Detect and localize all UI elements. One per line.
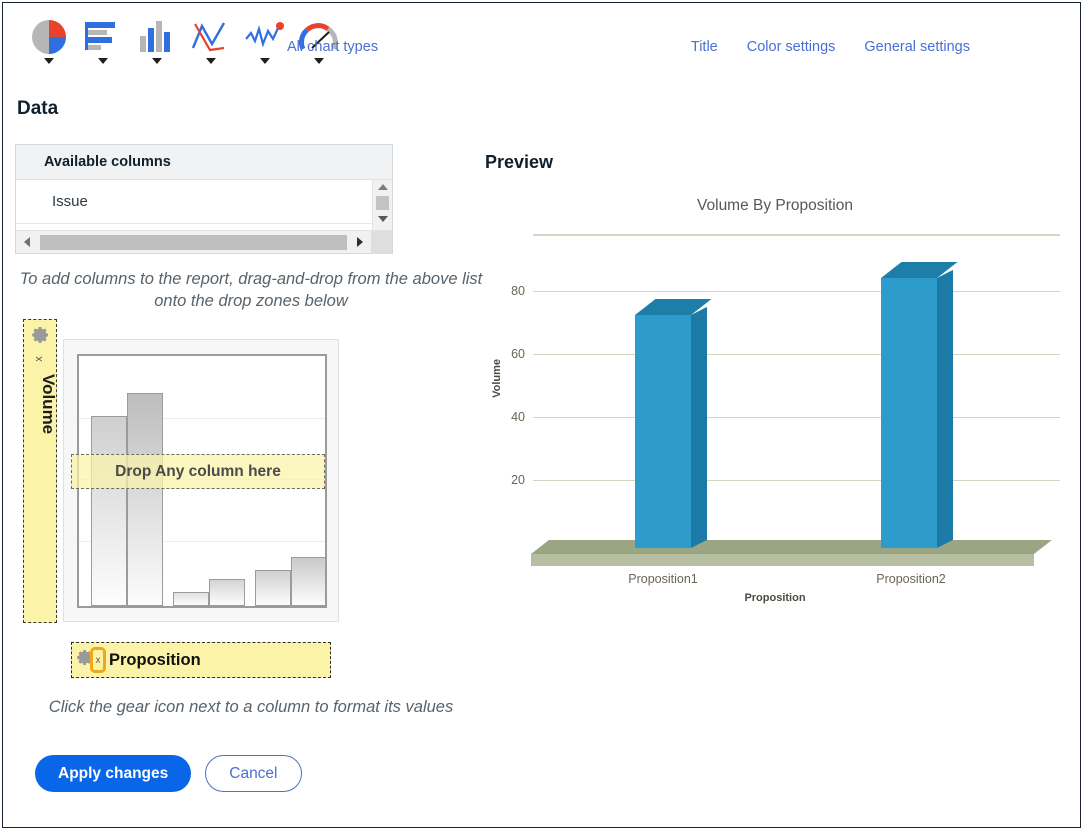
gear-icon[interactable] — [32, 326, 50, 349]
drop-zone-volume-label: Volume — [39, 374, 58, 435]
line-chart-icon[interactable] — [187, 17, 235, 64]
chevron-down-icon[interactable] — [152, 58, 162, 64]
scroll-up-arrow-icon[interactable] — [373, 180, 392, 194]
scrollbar-corner — [371, 230, 392, 254]
scroll-right-arrow-icon[interactable] — [349, 237, 371, 247]
available-columns-panel: Available columns Issue — [15, 144, 393, 254]
drop-zone-volume[interactable]: x Volume — [23, 319, 58, 623]
pie-chart-glyph — [30, 17, 68, 57]
drag-drop-hint-text: To add columns to the report, drag-and-d… — [19, 270, 483, 311]
bar-proposition2[interactable] — [881, 262, 958, 548]
bar-chart-horizontal-icon[interactable] — [79, 17, 127, 64]
y-axis-label: Volume — [491, 359, 503, 398]
drop-zone-proposition-label: Proposition — [109, 650, 201, 669]
chart-title: Volume By Proposition — [697, 197, 853, 214]
y-axis-tick: 80 — [511, 284, 525, 298]
chevron-down-icon[interactable] — [98, 58, 108, 64]
column-chart-glyph — [137, 17, 177, 57]
preview-heading: Preview — [485, 152, 554, 172]
settings-nav: Title Color settings General settings — [691, 39, 970, 55]
gridline-40 — [533, 417, 1060, 418]
bar-chart-horizontal-glyph — [83, 17, 123, 57]
x-axis-tick: Proposition1 — [628, 572, 698, 586]
chevron-down-icon[interactable] — [206, 58, 216, 64]
x-axis-tick: Proposition2 — [876, 572, 946, 586]
gear-hint-text: Click the gear icon next to a column to … — [48, 698, 454, 716]
y-axis-tick: 40 — [511, 410, 525, 424]
chevron-down-icon[interactable] — [44, 58, 54, 64]
chart-base-front — [531, 554, 1034, 566]
chart-top-border — [533, 234, 1060, 236]
chart-editor-window: All chart types Title Color settings Gen… — [2, 2, 1081, 828]
toolbar: All chart types Title Color settings Gen… — [3, 3, 1080, 75]
gridline-80 — [533, 291, 1060, 292]
cancel-button[interactable]: Cancel — [205, 755, 302, 792]
drop-zone-any-column[interactable]: Drop Any column here — [71, 454, 325, 489]
chart-base-top — [531, 540, 1052, 554]
chevron-down-icon[interactable] — [314, 58, 324, 64]
action-button-row: Apply changes Cancel — [35, 755, 302, 792]
horizontal-scroll-thumb[interactable] — [40, 234, 347, 250]
scroll-left-arrow-icon[interactable] — [16, 237, 38, 247]
available-columns-list: Issue — [16, 180, 392, 232]
bar-proposition1[interactable] — [635, 299, 712, 548]
data-section-heading: Data — [17, 98, 59, 119]
gridline-60 — [533, 354, 1060, 355]
gridline-20 — [533, 480, 1060, 481]
scroll-down-arrow-icon[interactable] — [373, 212, 392, 226]
all-chart-types-link[interactable]: All chart types — [287, 39, 378, 55]
remove-column-button[interactable]: x — [90, 647, 106, 673]
nav-link-title[interactable]: Title — [691, 39, 718, 55]
vertical-scrollbar[interactable] — [372, 180, 392, 232]
horizontal-scrollbar[interactable] — [16, 230, 392, 254]
spline-chart-glyph — [244, 17, 286, 57]
nav-link-general-settings[interactable]: General settings — [864, 39, 970, 55]
y-axis-tick: 20 — [511, 473, 525, 487]
chevron-down-icon[interactable] — [260, 58, 270, 64]
column-chart-icon[interactable] — [133, 17, 181, 64]
pie-chart-icon[interactable] — [25, 17, 73, 64]
vertical-scroll-thumb[interactable] — [376, 196, 389, 210]
remove-column-icon[interactable]: x — [33, 356, 45, 362]
line-chart-glyph — [190, 17, 232, 57]
list-item[interactable]: Issue — [16, 180, 374, 224]
drop-zone-proposition[interactable]: x Proposition — [71, 642, 331, 678]
nav-link-color-settings[interactable]: Color settings — [747, 39, 836, 55]
spline-chart-icon[interactable] — [241, 17, 289, 64]
x-axis-label: Proposition — [744, 592, 806, 604]
available-columns-header: Available columns — [16, 145, 392, 180]
preview-chart: Volume By Proposition 80 60 40 20 Volume… — [485, 189, 1065, 614]
apply-changes-button[interactable]: Apply changes — [35, 755, 192, 792]
